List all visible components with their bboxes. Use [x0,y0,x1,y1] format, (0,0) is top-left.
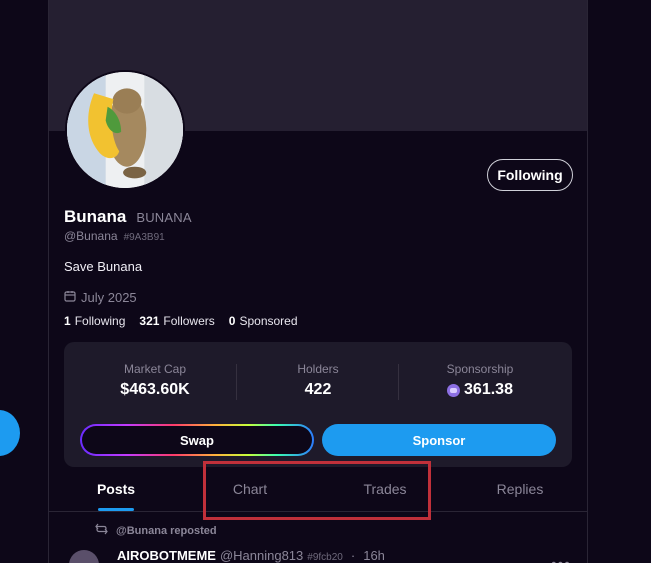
profile-handle: @Bunana [64,229,118,243]
profile-tabs: Posts Chart Trades Replies [49,468,587,512]
holders-metric: Holders 422 [237,362,399,399]
profile-name-row: Bunana BUNANA [64,207,192,227]
joined-label: July 2025 [81,290,137,305]
tab-posts[interactable]: Posts [49,468,183,512]
sponsorship-value-row: 361.38 [399,381,561,399]
tab-chart[interactable]: Chart [183,468,317,512]
profile-column: Following Bunana BUNANA @Bunana #9A3B91 … [48,0,588,563]
token-market-card: Market Cap $463.60K Holders 422 Sponsors… [64,342,572,467]
post-author-name[interactable]: AIROBOTMEME [117,548,216,563]
profile-page: Following Bunana BUNANA @Bunana #9A3B91 … [0,0,651,563]
following-stat[interactable]: 1 Following [64,314,125,328]
holders-value: 422 [304,381,332,398]
profile-hash-id: #9A3B91 [123,232,165,243]
tab-replies[interactable]: Replies [453,468,587,512]
sponsorship-label: Sponsorship [446,362,514,376]
market-cap-value: $463.60K [120,381,190,398]
joined-date: July 2025 [64,290,137,305]
floating-action-button[interactable] [0,410,20,456]
display-name: Bunana [64,207,127,226]
sponsorship-metric: Sponsorship 361.38 [399,362,561,399]
swap-button[interactable]: Swap [82,426,312,454]
profile-bio: Save Bunana [64,259,143,274]
sponsor-button[interactable]: Sponsor [322,424,556,456]
calendar-icon [64,290,76,305]
sponsorship-coin-icon [447,383,461,397]
post-author-hash: #9fcb20 [307,552,343,563]
post-author-handle[interactable]: @Hanning813 [220,548,303,563]
repost-indicator: @Bunana reposted [95,523,217,538]
sponsorship-value: 361.38 [464,381,513,398]
profile-avatar[interactable] [65,70,185,190]
tab-trades[interactable]: Trades [318,468,452,512]
followers-stat[interactable]: 321 Followers [139,314,214,328]
post-separator: · [350,548,356,563]
market-cap-label: Market Cap [123,362,187,376]
profile-stats: 1 Following 321 Followers 0 Sponsored [64,314,298,328]
market-cap-metric: Market Cap $463.60K [74,362,236,399]
swap-button-border: Swap [80,424,314,456]
holders-label: Holders [297,362,339,376]
token-ticker: BUNANA [136,210,192,225]
following-button[interactable]: Following [487,159,573,191]
profile-handle-row: @Bunana #9A3B91 [64,229,165,243]
post-header: AIROBOTMEME @Hanning813 #9fcb20 · 16h [69,548,385,563]
sponsored-stat[interactable]: 0 Sponsored [229,314,298,328]
repost-icon [95,523,108,538]
active-tab-indicator [98,508,134,511]
more-options-icon[interactable]: ••• [551,556,571,563]
post-time[interactable]: 16h [363,548,385,563]
repost-label: @Bunana reposted [116,524,217,537]
